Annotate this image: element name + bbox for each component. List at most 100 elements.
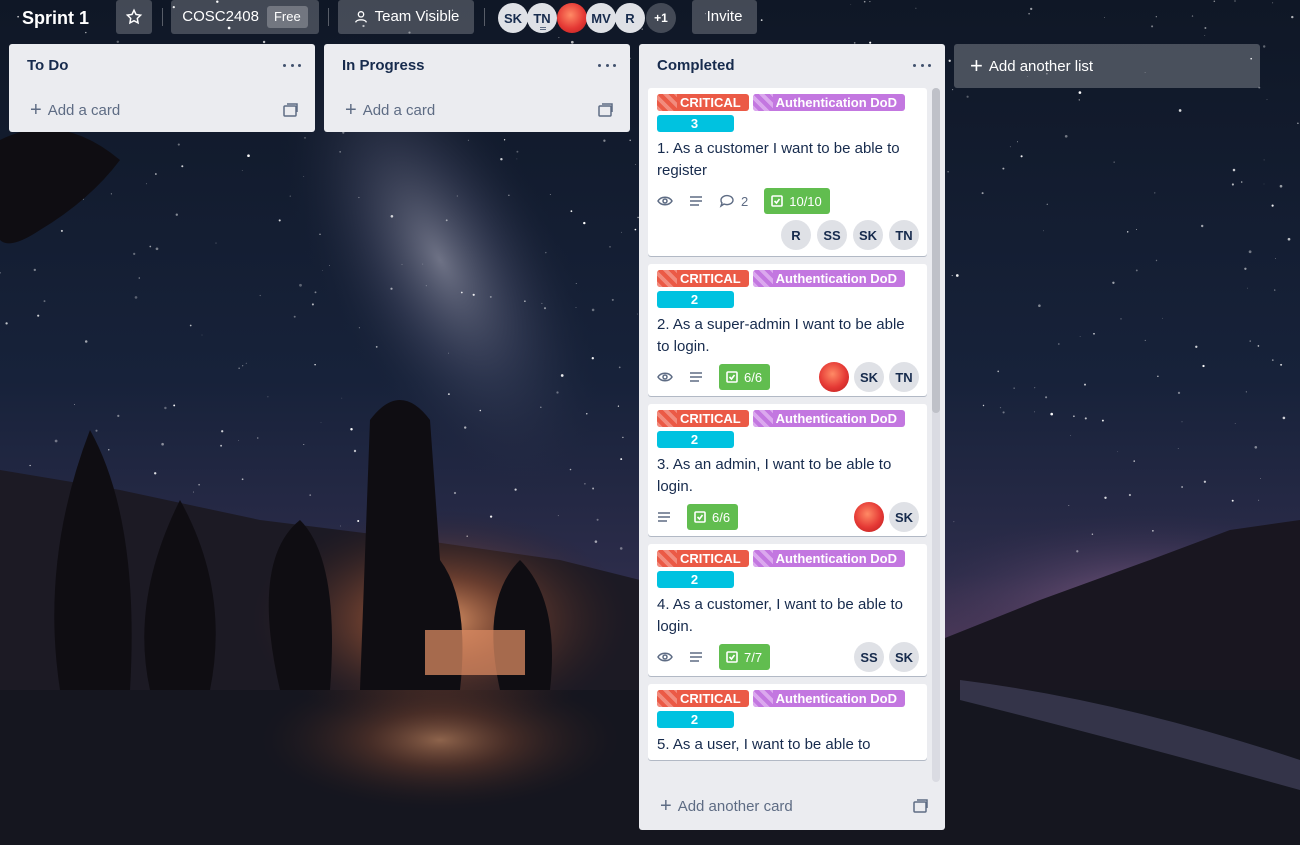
card-member-avatar[interactable]: SK (889, 502, 919, 532)
card-title: 5. As a user, I want to be able to (657, 736, 871, 753)
card-title: 3. As an admin, I want to be able to log… (657, 456, 892, 495)
plus-icon: + (970, 53, 983, 78)
board-header: Sprint 1 COSC2408 Free Team Visible SK T… (0, 0, 1300, 36)
card-title: 1. As a customer I want to be able to re… (657, 140, 900, 179)
label-authentication-dod[interactable]: Authentication DoD (752, 690, 905, 707)
card-member-avatar[interactable]: SK (853, 220, 883, 250)
card-member-avatar[interactable]: SS (817, 220, 847, 250)
description-icon (657, 504, 671, 530)
plan-badge: Free (266, 6, 308, 28)
card-labels: CRITICAL Authentication DoD 2 (657, 690, 919, 728)
comment-icon (719, 194, 734, 208)
board-member-avatar[interactable]: R (615, 3, 645, 33)
more-members-button[interactable]: +1 (646, 3, 676, 33)
list-to-do: To Do + Add a card (9, 44, 315, 132)
list-title[interactable]: To Do (9, 44, 315, 88)
list-title[interactable]: In Progress (324, 44, 630, 88)
card[interactable]: CRITICAL Authentication DoD 2 5. As a us… (648, 684, 927, 760)
card-template-icon[interactable] (283, 103, 299, 117)
header-separator (328, 8, 329, 26)
board-member-avatar[interactable]: TN (527, 3, 557, 33)
add-card-button[interactable]: + Add a card (9, 88, 315, 132)
checklist-icon (726, 371, 738, 383)
card-member-avatar[interactable]: R (781, 220, 811, 250)
list-scrollbar[interactable] (932, 88, 940, 782)
visibility-button[interactable]: Team Visible (338, 0, 474, 34)
label-story-points[interactable]: 2 (657, 711, 734, 728)
card-member-avatar[interactable]: SK (854, 362, 884, 392)
checklist-badge: 10/10 (764, 188, 830, 214)
card-badges: 2 10/10 (657, 186, 919, 216)
card-badges: 6/6 SK TN (657, 362, 919, 392)
card-title: 2. As a super-admin I want to be able to… (657, 316, 905, 355)
description-icon (689, 188, 703, 214)
star-button[interactable] (116, 0, 152, 34)
label-critical[interactable]: CRITICAL (657, 94, 749, 111)
comments-badge: 2 (719, 188, 748, 214)
label-story-points[interactable]: 2 (657, 431, 734, 448)
card-member-avatar[interactable]: SK (889, 642, 919, 672)
list-menu-icon[interactable] (598, 56, 616, 74)
checklist-badge: 6/6 (719, 364, 771, 390)
add-card-button[interactable]: + Add a card (324, 88, 630, 132)
star-icon (125, 8, 143, 25)
label-authentication-dod[interactable]: Authentication DoD (752, 94, 905, 111)
plus-icon: + (30, 99, 42, 121)
team-icon (353, 9, 369, 25)
label-story-points[interactable]: 2 (657, 291, 734, 308)
list-menu-icon[interactable] (913, 56, 931, 74)
admin-indicator-icon (540, 27, 546, 30)
label-critical[interactable]: CRITICAL (657, 270, 749, 287)
card[interactable]: CRITICAL Authentication DoD 2 2. As a su… (648, 264, 927, 396)
card-labels: CRITICAL Authentication DoD 2 (657, 410, 919, 448)
list-menu-icon[interactable] (283, 56, 301, 74)
card-template-icon[interactable] (913, 799, 929, 813)
label-authentication-dod[interactable]: Authentication DoD (752, 550, 905, 567)
card-member-photo-avatar[interactable] (819, 362, 849, 392)
description-icon (689, 644, 703, 670)
plus-icon: + (345, 99, 357, 121)
header-separator (162, 8, 163, 26)
workspace-button[interactable]: COSC2408 Free (171, 0, 319, 34)
board-title[interactable]: Sprint 1 (14, 2, 97, 34)
add-another-list-button[interactable]: + Add another list (954, 44, 1260, 88)
card[interactable]: CRITICAL Authentication DoD 3 1. As a cu… (648, 88, 927, 256)
card-member-photo-avatar[interactable] (854, 502, 884, 532)
card-members: R SS SK TN (657, 220, 919, 250)
board-member-photo-avatar[interactable] (557, 3, 587, 33)
workspace-name: COSC2408 (182, 8, 259, 25)
header-separator (484, 8, 485, 26)
label-critical[interactable]: CRITICAL (657, 690, 749, 707)
label-authentication-dod[interactable]: Authentication DoD (752, 410, 905, 427)
watching-eye-icon (657, 644, 673, 670)
add-another-card-button[interactable]: + Add another card (639, 786, 945, 826)
card-badges: 6/6 SK (657, 502, 919, 532)
board-member-avatar[interactable]: MV (586, 3, 616, 33)
watching-eye-icon (657, 188, 673, 214)
card-member-avatar[interactable]: TN (889, 220, 919, 250)
card-members: SK TN (819, 362, 919, 392)
card-title: 4. As a customer, I want to be able to l… (657, 596, 903, 635)
card-labels: CRITICAL Authentication DoD 2 (657, 550, 919, 588)
label-authentication-dod[interactable]: Authentication DoD (752, 270, 905, 287)
card-member-avatar[interactable]: SS (854, 642, 884, 672)
checklist-badge: 7/7 (719, 644, 771, 670)
invite-button[interactable]: Invite (692, 0, 757, 34)
card-members: SK (854, 502, 919, 532)
label-story-points[interactable]: 3 (657, 115, 734, 132)
card-template-icon[interactable] (598, 103, 614, 117)
board-member-avatar[interactable]: SK (498, 3, 528, 33)
card[interactable]: CRITICAL Authentication DoD 2 4. As a cu… (648, 544, 927, 676)
checklist-badge: 6/6 (687, 504, 739, 530)
label-critical[interactable]: CRITICAL (657, 410, 749, 427)
label-story-points[interactable]: 2 (657, 571, 734, 588)
label-critical[interactable]: CRITICAL (657, 550, 749, 567)
visibility-label: Team Visible (374, 8, 460, 25)
card-badges: 7/7 SS SK (657, 642, 919, 672)
checklist-icon (771, 195, 784, 207)
card-member-avatar[interactable]: TN (889, 362, 919, 392)
watching-eye-icon (657, 364, 673, 390)
list-title[interactable]: Completed (639, 44, 945, 88)
list-scrollbar-thumb[interactable] (932, 88, 940, 413)
card[interactable]: CRITICAL Authentication DoD 2 3. As an a… (648, 404, 927, 536)
